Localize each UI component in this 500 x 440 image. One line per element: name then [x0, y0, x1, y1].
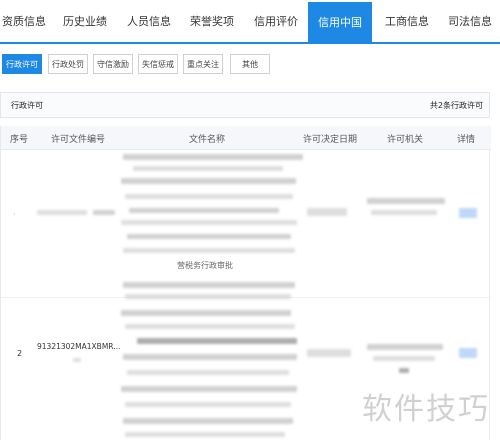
file-name-redacted — [121, 220, 297, 225]
file-name-redacted — [123, 154, 303, 160]
section-count: 共2条行政许可 — [429, 101, 483, 110]
tab-history[interactable]: 历史业绩 — [56, 0, 114, 42]
watermark: 软件技巧 — [362, 392, 490, 427]
authority-redacted — [371, 210, 437, 215]
file-name-redacted — [129, 208, 279, 213]
file-name-redacted — [123, 418, 293, 424]
file-name-text: 营税务行政审批 — [177, 261, 233, 270]
file-name-redacted — [121, 310, 291, 316]
file-name-redacted — [125, 432, 285, 437]
row-index: · — [13, 210, 16, 219]
col-file-name: 文件名称 — [189, 135, 226, 145]
subtab-dishonesty-penalty[interactable]: 失信惩戒 — [138, 54, 178, 74]
tab-business-info[interactable]: 工商信息 — [378, 0, 436, 42]
section-title: 行政许可 — [11, 101, 43, 110]
subtab-trust-incentive[interactable]: 守信激励 — [93, 54, 133, 74]
col-license-no: 许可文件编号 — [51, 135, 106, 145]
col-decision-date: 许可决定日期 — [303, 135, 358, 145]
license-no-redacted — [37, 210, 87, 215]
subtab-admin-license[interactable]: 行政许可 — [2, 54, 42, 74]
file-name-redacted — [137, 338, 297, 344]
subtab-key-focus[interactable]: 重点关注 — [183, 54, 223, 74]
tab-credit-evaluation[interactable]: 信用评价 — [246, 0, 306, 42]
authority-redacted — [367, 344, 443, 350]
row-index: 2 — [17, 349, 23, 358]
file-name-redacted — [127, 234, 291, 239]
sub-tab-bar: 行政许可 行政处罚 守信激励 失信惩戒 重点关注 其他 — [0, 50, 500, 78]
subtab-admin-penalty[interactable]: 行政处罚 — [48, 54, 88, 74]
file-name-redacted — [123, 282, 295, 288]
tab-judicial-info[interactable]: 司法信息 — [440, 0, 500, 42]
license-no: 91321302MA1XBMR... — [37, 342, 121, 351]
file-name-redacted — [133, 166, 283, 171]
file-name-redacted — [125, 194, 293, 199]
file-name-redacted — [123, 248, 295, 253]
tab-credit-china[interactable]: 信用中国 — [308, 2, 372, 42]
tab-honors[interactable]: 荣誉奖项 — [182, 0, 242, 42]
col-authority: 许可机关 — [387, 135, 424, 145]
section-header: 行政许可 共2条行政许可 — [0, 92, 490, 118]
authority-redacted — [367, 198, 445, 204]
file-name-redacted — [127, 370, 289, 375]
file-name-redacted — [121, 178, 296, 184]
authority-redacted — [373, 356, 435, 361]
detail-link[interactable] — [459, 348, 477, 358]
file-name-redacted — [123, 354, 297, 360]
file-name-redacted — [121, 386, 297, 392]
table-header: 序号 许可文件编号 文件名称 许可决定日期 许可机关 详情 — [1, 126, 491, 150]
decision-date-redacted — [307, 208, 347, 216]
top-tab-bar: 资质信息 历史业绩 人员信息 荣誉奖项 信用评价 信用中国 工商信息 司法信息 — [0, 0, 500, 44]
tab-personnel[interactable]: 人员信息 — [120, 0, 178, 42]
col-index: 序号 — [10, 135, 29, 145]
col-details: 详情 — [457, 135, 476, 145]
file-name-redacted — [125, 324, 295, 329]
subtab-other[interactable]: 其他 — [230, 54, 270, 74]
file-name-redacted — [125, 402, 291, 407]
decision-date-redacted — [307, 349, 351, 357]
license-no-redacted — [73, 358, 81, 362]
license-no-redacted — [93, 210, 115, 215]
file-name-redacted — [125, 294, 291, 299]
authority-redacted — [399, 368, 409, 373]
tab-qualification[interactable]: 资质信息 — [0, 0, 48, 42]
detail-link[interactable] — [459, 208, 477, 218]
